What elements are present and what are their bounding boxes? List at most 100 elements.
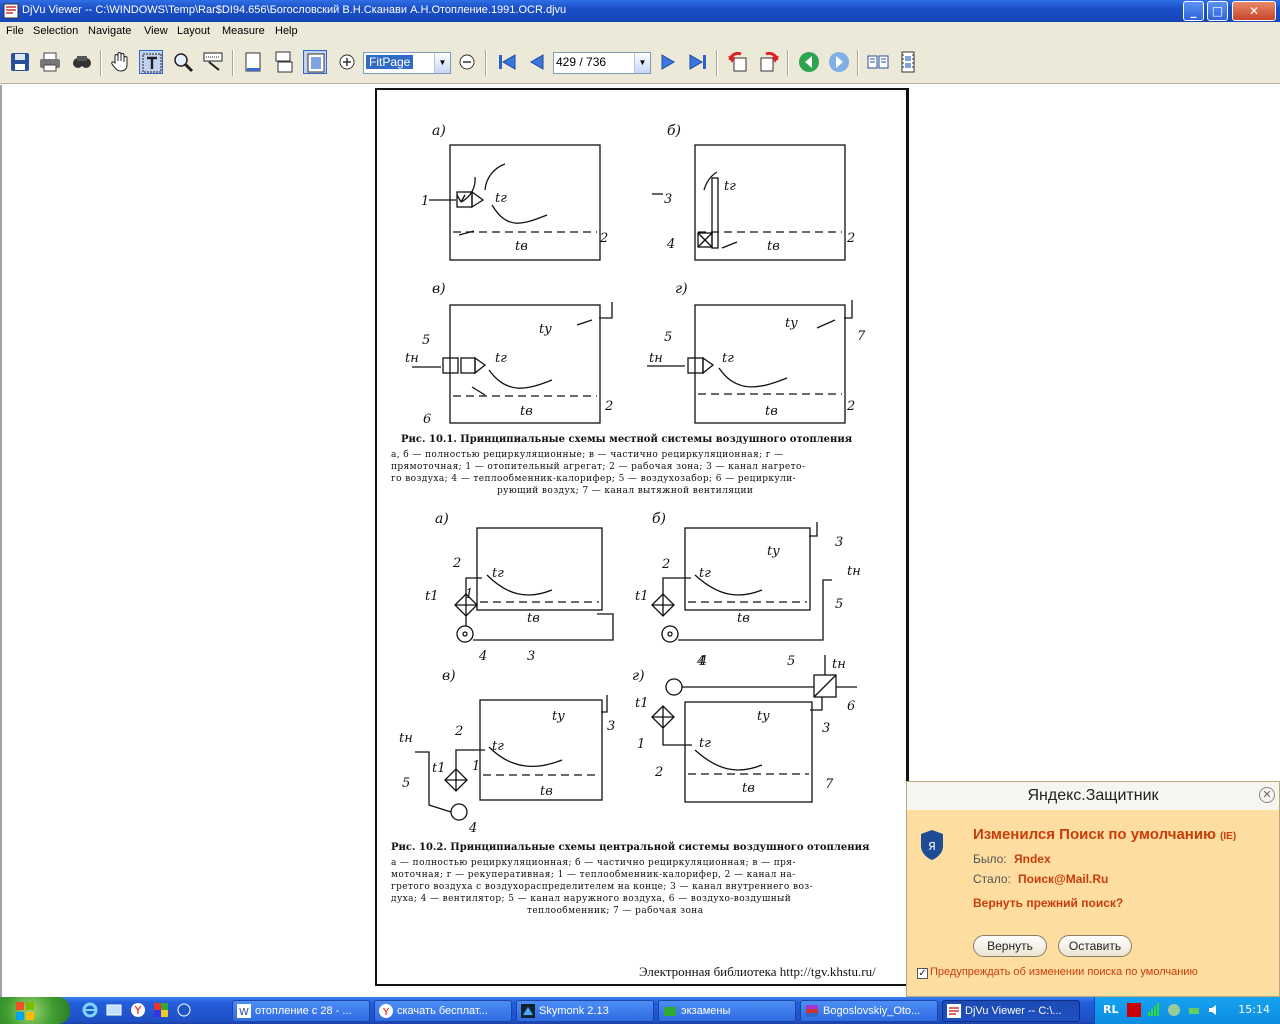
single-page-icon[interactable] [241,50,265,74]
rotate-left-icon[interactable] [726,50,750,74]
back-icon[interactable] [797,50,821,74]
svg-text:3: 3 [527,649,535,664]
continuous-page-icon[interactable] [272,50,296,74]
task-word[interactable]: W отопление с 28 - ... [232,1000,370,1022]
svg-text:tу: tу [785,316,798,331]
first-page-icon[interactable] [495,50,519,74]
save-icon[interactable] [8,50,32,74]
minimize-button[interactable]: _ [1183,1,1204,21]
zoom-out-icon[interactable] [455,50,479,74]
media-icon[interactable] [176,1002,192,1018]
book-icon[interactable] [866,50,890,74]
security-icon[interactable] [1167,1003,1181,1017]
menu-help[interactable]: Help [275,25,298,37]
svg-text:4: 4 [478,649,487,664]
text-select-icon[interactable] [139,50,163,74]
winrar-icon [806,1005,818,1017]
chevron-down-icon[interactable]: ▼ [634,53,650,73]
svg-text:t1: t1 [635,589,649,604]
svg-text:2: 2 [599,231,608,246]
keep-button[interactable]: Оставить [1058,935,1132,957]
task-djvu-viewer[interactable]: DjVu Viewer -- C:\... [942,1000,1080,1022]
rotate-right-icon[interactable] [757,50,781,74]
menu-navigate[interactable]: Navigate [88,25,131,37]
svg-text:tн: tн [847,564,861,579]
menu-file[interactable]: File [6,25,24,37]
task-browser[interactable]: Y скачать бесплат... [374,1000,512,1022]
fit-page-icon[interactable] [303,50,327,74]
svg-text:5: 5 [402,776,410,791]
fig2-caption-line: гретого воздуха с воздухораспределителем… [391,882,814,892]
svg-text:tг: tг [699,736,711,751]
hand-icon[interactable] [108,50,132,74]
next-page-icon[interactable] [656,50,680,74]
warn-checkbox[interactable]: ✓ Предупреждать об изменении поиска по ум… [917,966,1198,979]
google-icon[interactable] [153,1002,169,1018]
warn-checkbox-label: Предупреждать об изменении поиска по умо… [930,966,1198,978]
task-winrar[interactable]: Bogoslovskiy_Oto... [800,1000,938,1022]
safely-remove-icon[interactable] [1187,1003,1201,1017]
title-bar: DjVu Viewer -- C:\WINDOWS\Temp\Rar$DI94.… [0,0,1280,22]
network-icon[interactable] [1147,1003,1161,1017]
print-icon[interactable] [38,50,62,74]
was-value: Яndex [1014,852,1051,866]
task-skymonk[interactable]: Skymonk 2.13 [516,1000,654,1022]
return-button[interactable]: Вернуть [973,935,1047,957]
svg-text:tв: tв [515,239,528,254]
prev-page-icon[interactable] [525,50,549,74]
taskbar: Y W отопление с 28 - ... Y скачать беспл… [0,997,1280,1024]
task-folder[interactable]: экзамены [658,1000,796,1022]
svg-text:5: 5 [787,654,795,669]
now-label: Стало: [973,872,1011,886]
page-footer: Электронная библиотека http://tgv.khstu.… [639,964,876,979]
svg-text:5: 5 [664,330,672,345]
volume-icon[interactable] [1207,1003,1221,1017]
region-select-icon[interactable] [201,50,225,74]
svg-text:tв: tв [767,239,780,254]
start-button[interactable] [0,997,70,1024]
svg-text:2: 2 [654,765,663,780]
yandex-icon[interactable]: Y [130,1002,146,1018]
svg-text:1: 1 [472,759,480,774]
zoom-combo[interactable]: FitPage ▼ [363,52,451,74]
menu-layout[interactable]: Layout [177,25,210,37]
svg-text:2: 2 [846,399,855,414]
svg-text:1: 1 [465,587,473,602]
zoom-in-icon[interactable] [335,50,359,74]
close-icon[interactable]: ✕ [1259,787,1275,803]
menu-selection[interactable]: Selection [33,25,78,37]
ie-icon[interactable] [82,1002,98,1018]
svg-text:4: 4 [698,654,707,669]
language-indicator[interactable]: RL [1103,1003,1118,1016]
menu-measure[interactable]: Measure [222,25,265,37]
svg-text:4: 4 [666,237,675,252]
svg-text:tу: tу [757,709,770,724]
zoom-rect-icon[interactable] [171,50,195,74]
find-icon[interactable] [70,50,94,74]
fig1-caption: Рис. 10.1. Принципиальные схемы местной … [401,434,853,445]
svg-text:7: 7 [857,329,866,344]
djvu-icon [947,1004,961,1018]
menu-view[interactable]: View [144,25,168,37]
svg-text:tу: tу [539,322,552,337]
film-icon[interactable] [896,50,920,74]
popup-heading: Изменился Поиск по умолчанию (IE) [973,826,1237,843]
close-button[interactable]: ✕ [1232,1,1276,21]
restore-question[interactable]: Вернуть прежний поиск? [973,896,1123,910]
svg-text:tг: tг [722,351,734,366]
svg-text:t1: t1 [635,696,649,711]
chevron-down-icon[interactable]: ▼ [434,53,450,73]
clock[interactable]: 15:14 [1238,1003,1270,1016]
show-desktop-icon[interactable] [106,1002,122,1018]
svg-text:tг: tг [492,739,504,754]
forward-icon[interactable] [827,50,851,74]
page-combo[interactable]: 429 / 736 ▼ [553,52,651,74]
ati-icon[interactable] [1127,1003,1141,1017]
menu-bar: File Selection Navigate View Layout Meas… [0,22,1280,42]
svg-text:tв: tв [540,784,553,799]
zoom-value: FitPage [366,55,414,69]
checkbox-checked-icon[interactable]: ✓ [917,968,928,979]
last-page-icon[interactable] [686,50,710,74]
maximize-button[interactable]: □ [1207,1,1228,21]
shield-icon: Я [921,830,943,860]
